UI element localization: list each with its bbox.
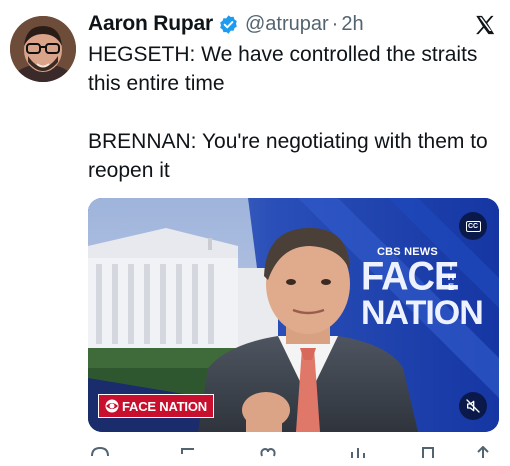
muted-speaker-icon bbox=[466, 399, 480, 413]
video-player[interactable]: CBS NEWS FACE THE NATION FACE NATION CC bbox=[88, 198, 499, 432]
show-title-nation: NATION bbox=[361, 294, 484, 332]
bookmark-icon[interactable] bbox=[418, 446, 438, 458]
show-title-the: THE bbox=[447, 262, 455, 292]
tweet[interactable]: Aaron Rupar @atrupar · 2h HEGSETH: We ha… bbox=[0, 0, 510, 458]
cbs-eye-icon bbox=[105, 399, 119, 413]
tweet-text: HEGSETH: We have controlled the straits … bbox=[88, 40, 500, 185]
like-icon[interactable] bbox=[258, 446, 278, 458]
tweet-text-line: HEGSETH: We have controlled the straits … bbox=[88, 43, 478, 95]
views-icon[interactable] bbox=[348, 446, 368, 458]
tweet-header: Aaron Rupar @atrupar · 2h bbox=[88, 10, 364, 38]
display-name[interactable]: Aaron Rupar bbox=[88, 12, 213, 36]
closed-captions-button[interactable]: CC bbox=[459, 212, 487, 240]
lower-third-text: FACE NATION bbox=[122, 398, 207, 414]
closed-captions-icon: CC bbox=[465, 220, 481, 232]
handle[interactable]: @atrupar bbox=[245, 13, 329, 36]
retweet-icon[interactable] bbox=[180, 446, 200, 458]
lower-third-logo: FACE NATION bbox=[98, 394, 214, 418]
share-icon[interactable] bbox=[473, 446, 493, 458]
avatar[interactable] bbox=[10, 16, 76, 82]
mute-button[interactable] bbox=[459, 392, 487, 420]
action-row bbox=[88, 446, 500, 466]
show-title-face: FACE bbox=[361, 254, 459, 300]
tweet-text-line: BRENNAN: You're negotiating with them to… bbox=[88, 130, 488, 182]
separator-dot: · bbox=[331, 12, 339, 35]
verified-badge-icon bbox=[218, 14, 239, 35]
timestamp[interactable]: 2h bbox=[341, 13, 363, 36]
reply-icon[interactable] bbox=[90, 446, 110, 458]
x-logo-icon bbox=[474, 14, 496, 36]
